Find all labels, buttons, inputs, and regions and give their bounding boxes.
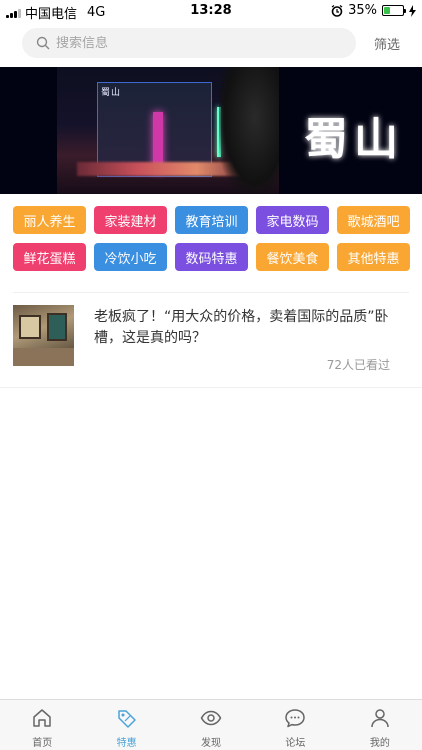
- category-button[interactable]: 家装建材: [94, 206, 167, 234]
- user-icon: [371, 709, 389, 728]
- divider: [0, 387, 422, 388]
- search-row: 筛选: [0, 28, 422, 58]
- banner-sign-text: 蜀山: [101, 88, 122, 98]
- search-input[interactable]: [56, 35, 326, 51]
- tab-discover[interactable]: 发现: [169, 700, 253, 750]
- article-title: 老板疯了！“用大众的价格，卖着国际的品质”卧槽，这是真的吗？: [94, 309, 389, 346]
- charging-icon: [409, 4, 416, 17]
- home-icon: [33, 709, 51, 727]
- tag-icon: [117, 710, 136, 728]
- category-button[interactable]: 其他特惠: [337, 243, 410, 271]
- tab-profile[interactable]: 我的: [338, 700, 422, 750]
- tab-forum[interactable]: 论坛: [253, 700, 337, 750]
- list-item[interactable]: 老板疯了！“用大众的价格，卖着国际的品质”卧槽，这是真的吗？ 72人已看过: [0, 293, 422, 387]
- article-views: 72人已看过: [326, 358, 390, 372]
- tab-label: 特惠: [116, 738, 137, 749]
- category-button[interactable]: 鲜花蛋糕: [13, 243, 86, 271]
- search-icon: [36, 36, 50, 50]
- category-button[interactable]: 歌城酒吧: [337, 206, 410, 234]
- eye-icon: [200, 710, 222, 726]
- tab-home[interactable]: 首页: [0, 700, 84, 750]
- tab-label: 论坛: [285, 738, 306, 749]
- category-button[interactable]: 数码特惠: [175, 243, 248, 271]
- tab-deals[interactable]: 特惠: [84, 700, 168, 750]
- category-button[interactable]: 教育培训: [175, 206, 248, 234]
- search-box[interactable]: [22, 28, 356, 58]
- tab-label: 首页: [32, 738, 53, 749]
- battery-icon: [382, 5, 406, 16]
- banner-photo: 蜀山: [57, 67, 279, 194]
- tab-bar: 首页 特惠 发现 论坛 我的: [0, 699, 422, 750]
- tab-label: 发现: [201, 738, 222, 749]
- article-thumbnail: [13, 305, 74, 366]
- banner[interactable]: 蜀山 蜀山: [0, 67, 422, 194]
- filter-button[interactable]: 筛选: [374, 34, 400, 53]
- banner-title: 蜀山: [304, 114, 404, 165]
- status-right: 35%: [331, 3, 416, 18]
- status-bar: 中国电信 4G 13:28 35%: [0, 0, 422, 22]
- category-button[interactable]: 冷饮小吃: [94, 243, 167, 271]
- alarm-icon: [331, 4, 343, 17]
- category-grid: 丽人养生 家装建材 教育培训 家电数码 歌城酒吧 鲜花蛋糕 冷饮小吃 数码特惠 …: [13, 206, 410, 271]
- category-button[interactable]: 餐饮美食: [256, 243, 329, 271]
- tab-label: 我的: [369, 738, 390, 749]
- chat-icon: [285, 709, 306, 728]
- category-button[interactable]: 家电数码: [256, 206, 329, 234]
- battery-percent: 35%: [348, 3, 377, 18]
- category-button[interactable]: 丽人养生: [13, 206, 86, 234]
